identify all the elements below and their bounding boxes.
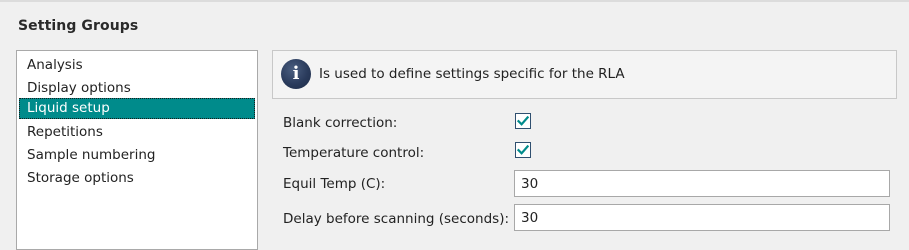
info-banner: i Is used to define settings specific fo… xyxy=(272,50,897,99)
delay-before-scanning-input[interactable] xyxy=(514,204,890,231)
equil-temp-input[interactable] xyxy=(514,170,890,197)
check-icon xyxy=(517,144,529,155)
info-message: Is used to define settings specific for … xyxy=(319,66,625,82)
list-item-display-options[interactable]: Display options xyxy=(19,78,255,99)
blank-correction-checkbox[interactable] xyxy=(515,113,531,129)
list-item-repetitions[interactable]: Repetitions xyxy=(19,122,255,143)
equil-temp-label: Equil Temp (C): xyxy=(283,176,386,192)
list-item-analysis[interactable]: Analysis xyxy=(19,55,255,76)
list-item-storage-options[interactable]: Storage options xyxy=(19,168,255,189)
top-divider xyxy=(0,0,909,2)
list-item-sample-numbering[interactable]: Sample numbering xyxy=(19,145,255,166)
setting-groups-list[interactable]: Analysis Display options Liquid setup Re… xyxy=(16,50,258,250)
list-item-liquid-setup[interactable]: Liquid setup xyxy=(19,98,255,119)
setting-groups-title: Setting Groups xyxy=(18,18,139,34)
temperature-control-label: Temperature control: xyxy=(283,145,425,161)
temperature-control-checkbox[interactable] xyxy=(515,142,531,158)
blank-correction-label: Blank correction: xyxy=(283,115,398,131)
delay-before-scanning-label: Delay before scanning (seconds): xyxy=(283,211,510,227)
check-icon xyxy=(517,115,529,126)
info-icon: i xyxy=(281,59,311,89)
